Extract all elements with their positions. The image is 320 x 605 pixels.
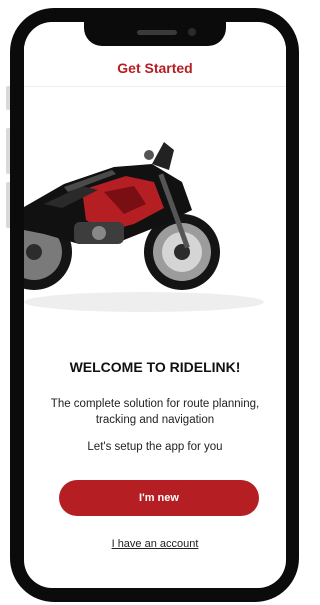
phone-screen: Get Started WELCOME TO RIDELINK! The com… (24, 22, 286, 588)
app-header: Get Started (24, 46, 286, 87)
notch (84, 22, 226, 46)
have-account-link[interactable]: I have an account (24, 538, 286, 550)
setup-text: Let's setup the app for you (87, 441, 223, 453)
page-title: Get Started (117, 60, 193, 76)
im-new-button[interactable]: I'm new (59, 480, 259, 516)
welcome-heading: WELCOME TO RIDELINK! (69, 359, 241, 375)
motorcycle-image (24, 142, 264, 312)
app-description: The complete solution for route planning… (50, 398, 260, 426)
speaker-icon (137, 30, 177, 35)
camera-icon (188, 28, 196, 36)
